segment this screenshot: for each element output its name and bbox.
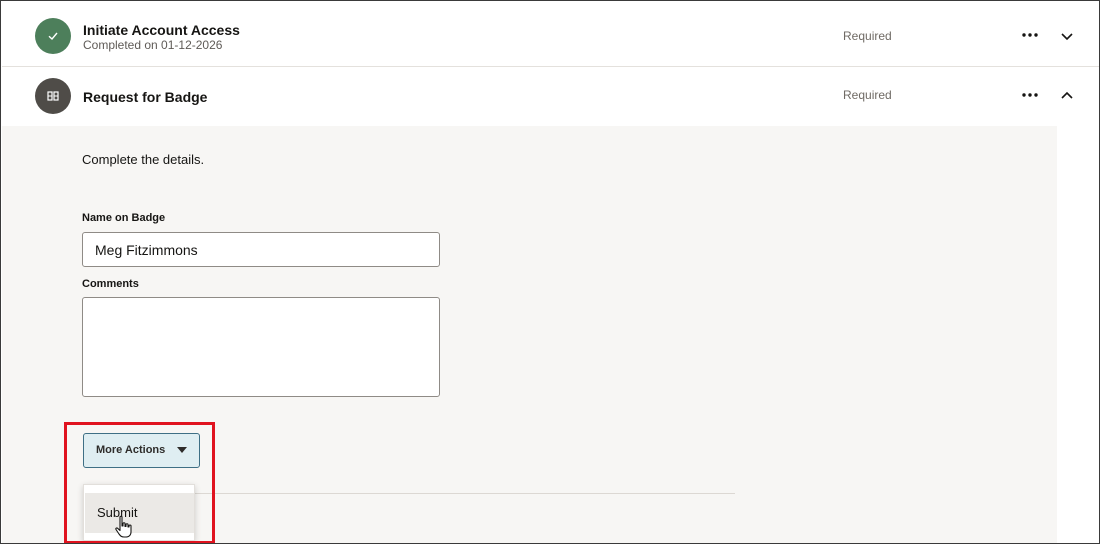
more-options-icon[interactable] — [1020, 88, 1040, 102]
scroll-gutter — [1057, 126, 1099, 543]
divider — [195, 493, 735, 494]
task-title: Request for Badge — [83, 89, 208, 105]
more-options-icon[interactable] — [1020, 28, 1040, 42]
name-on-badge-label: Name on Badge — [82, 212, 166, 224]
more-actions-label: More Actions — [96, 444, 166, 456]
task-status: Required — [843, 88, 892, 102]
task-list-frame: Initiate Account Access Completed on 01-… — [0, 0, 1100, 544]
chevron-up-icon[interactable] — [1058, 89, 1076, 103]
comments-label: Comments — [82, 278, 139, 290]
submit-menu-item[interactable]: Submit — [85, 493, 194, 533]
chevron-down-icon[interactable] — [1058, 29, 1076, 43]
task-row-initiate-account-access[interactable]: Initiate Account Access Completed on 01-… — [2, 2, 1099, 67]
task-completed-date: Completed on 01-12-2026 — [83, 38, 223, 52]
check-icon — [35, 18, 71, 54]
panel-instructions: Complete the details. — [82, 152, 205, 167]
task-status: Required — [843, 29, 892, 43]
task-row-request-for-badge[interactable]: Request for Badge Required — [2, 67, 1099, 126]
badge-icon — [35, 78, 71, 114]
name-on-badge-input[interactable]: Meg Fitzimmons — [82, 232, 440, 267]
task-title: Initiate Account Access — [83, 22, 240, 38]
submit-label: Submit — [97, 505, 138, 520]
more-actions-menu: Submit — [83, 484, 195, 541]
comments-textarea[interactable] — [82, 297, 440, 397]
more-actions-button[interactable]: More Actions — [83, 433, 200, 468]
caret-down-icon — [177, 447, 187, 453]
